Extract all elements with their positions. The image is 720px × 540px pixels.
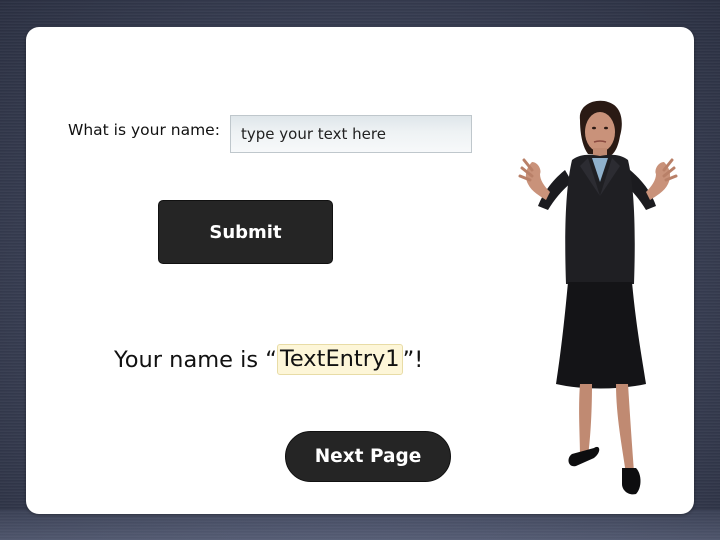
submit-button[interactable]: Submit: [158, 200, 333, 264]
result-message: Your name is “TextEntry1”!: [114, 344, 423, 375]
next-page-button[interactable]: Next Page: [285, 431, 451, 482]
slide-backdrop-strip: [0, 510, 720, 540]
name-input[interactable]: [230, 115, 472, 153]
name-label: What is your name:: [68, 121, 220, 139]
confused-businesswoman-illustration: [518, 100, 678, 495]
result-prefix: Your name is “: [114, 346, 277, 373]
result-suffix: ”!: [402, 346, 424, 373]
name-variable: TextEntry1: [276, 344, 403, 375]
